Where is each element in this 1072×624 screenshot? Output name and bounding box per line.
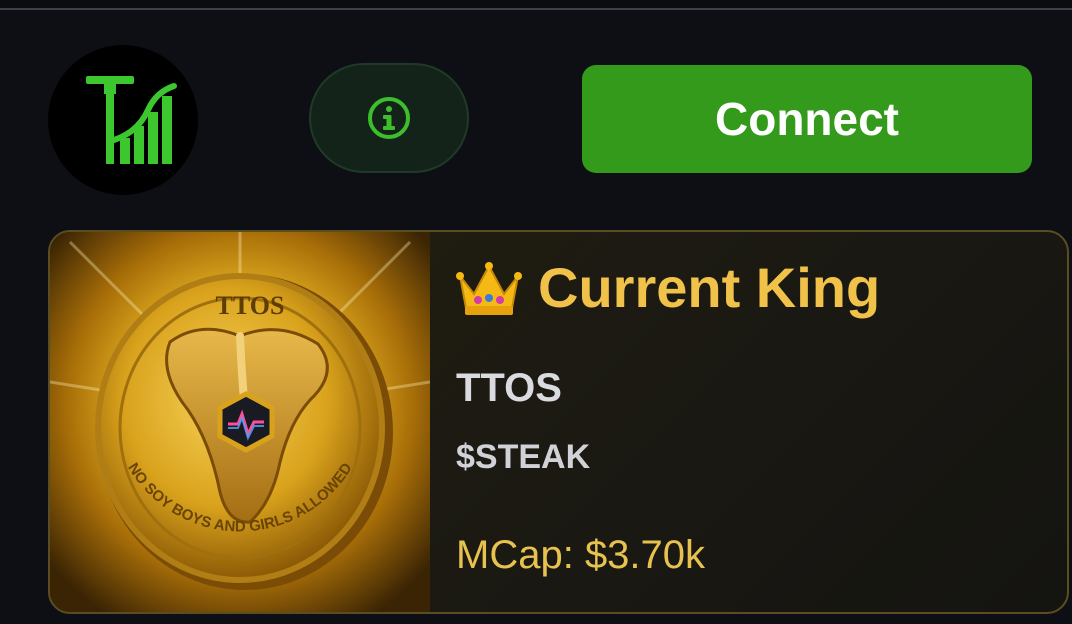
- current-king-title: Current King: [538, 256, 881, 319]
- info-icon: [368, 97, 410, 139]
- mcap-label: MCap:: [456, 533, 574, 577]
- connect-button[interactable]: Connect: [582, 65, 1032, 173]
- top-divider: [0, 0, 1072, 10]
- chart-growth-logo-icon: [86, 76, 177, 164]
- crown-icon: [456, 262, 522, 315]
- mcap-value: $3.70k: [584, 533, 706, 577]
- token-image: TTOS NO SOY BOYS AND GIRLS ALLOWED: [50, 232, 430, 612]
- token-ticker: $STEAK: [456, 438, 591, 476]
- app-logo[interactable]: [48, 45, 198, 195]
- coin-top-text: TTOS: [216, 291, 285, 320]
- token-name: TTOS: [456, 366, 562, 410]
- page: Connect TTOS NO SOY BOYS AND GIRLS ALLOW…: [0, 0, 1072, 624]
- market-cap: MCap: $3.70k: [456, 530, 705, 580]
- current-king-card[interactable]: TTOS NO SOY BOYS AND GIRLS ALLOWED Curre…: [48, 230, 1069, 614]
- info-button[interactable]: [309, 63, 469, 173]
